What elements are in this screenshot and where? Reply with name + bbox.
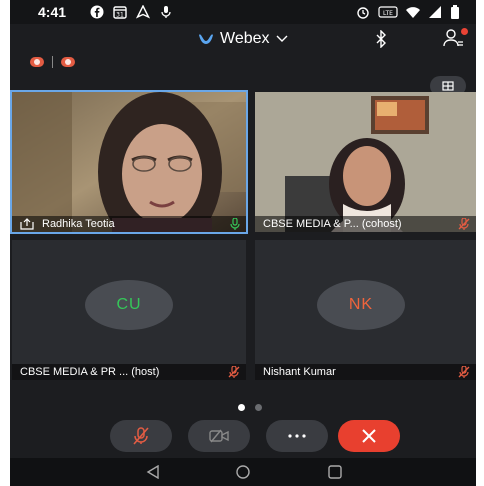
wifi-icon — [406, 7, 420, 18]
phone-screen: 4:41 31 LTE Webex Radhika Teotia CBSE ME… — [10, 0, 476, 486]
avatar-initials: CU — [116, 296, 142, 313]
mute-button[interactable] — [110, 420, 172, 452]
participant-namebar: CBSE MEDIA & PR ... (host) — [12, 364, 246, 380]
mic-muted-icon — [228, 366, 240, 378]
participant-name: CBSE MEDIA & PR ... (host) — [20, 366, 160, 378]
recording-icon — [30, 57, 44, 67]
back-icon[interactable] — [146, 465, 160, 479]
mic-muted-icon — [458, 218, 470, 230]
mic-icon — [161, 6, 171, 18]
participant-video — [12, 92, 246, 232]
more-icon — [288, 434, 306, 438]
recents-icon[interactable] — [328, 465, 342, 479]
recording-indicator — [30, 56, 75, 68]
calendar-icon: 31 — [113, 6, 127, 19]
participants-button[interactable] — [442, 28, 468, 53]
navigation-icon — [136, 5, 150, 19]
facebook-icon — [90, 5, 104, 19]
meeting-header: Webex — [10, 24, 476, 54]
participant-namebar: Radhika Teotia — [12, 216, 246, 232]
avatar: CU — [85, 280, 173, 330]
divider — [52, 56, 53, 68]
signal-icon — [429, 6, 441, 18]
participant-name: Nishant Kumar — [263, 366, 336, 378]
app-switcher[interactable]: Webex — [198, 30, 288, 48]
meeting-controls — [10, 420, 476, 456]
video-off-icon — [209, 429, 229, 443]
page-dot-active[interactable] — [238, 404, 245, 411]
bluetooth-icon[interactable] — [374, 30, 388, 48]
page-dot[interactable] — [255, 404, 262, 411]
svg-text:LTE: LTE — [383, 10, 393, 17]
system-nav-bar — [10, 458, 476, 486]
notification-dot — [461, 28, 468, 35]
participant-tile[interactable]: Radhika Teotia — [10, 90, 248, 234]
volte-icon: LTE — [378, 6, 398, 18]
mute-icon — [133, 427, 149, 445]
svg-text:31: 31 — [116, 12, 124, 19]
participant-tile[interactable]: NK Nishant Kumar — [255, 240, 476, 380]
alarm-icon — [357, 7, 369, 19]
participant-tile[interactable]: CBSE MEDIA & P... (cohost) — [255, 92, 476, 232]
leave-icon — [362, 429, 376, 443]
page-indicator[interactable] — [238, 404, 262, 411]
battery-icon — [451, 5, 459, 19]
webex-logo-icon — [199, 34, 213, 44]
avatar: NK — [317, 280, 405, 330]
app-name: Webex — [220, 30, 270, 47]
status-time: 4:41 — [38, 4, 67, 20]
participant-namebar: CBSE MEDIA & P... (cohost) — [255, 216, 476, 232]
participant-name: CBSE MEDIA & P... (cohost) — [263, 218, 402, 230]
mic-muted-icon — [458, 366, 470, 378]
mic-on-icon — [230, 218, 240, 230]
video-button[interactable] — [188, 420, 250, 452]
recording-icon — [61, 57, 75, 67]
avatar-initials: NK — [348, 296, 374, 313]
chevron-down-icon — [276, 35, 288, 42]
share-screen-icon — [20, 218, 34, 230]
participant-tile[interactable]: CU CBSE MEDIA & PR ... (host) — [12, 240, 246, 380]
status-bar: 4:41 31 LTE — [10, 0, 476, 24]
participant-video — [255, 92, 476, 232]
participant-namebar: Nishant Kumar — [255, 364, 476, 380]
more-button[interactable] — [266, 420, 328, 452]
home-icon[interactable] — [236, 465, 250, 479]
participant-name: Radhika Teotia — [42, 218, 115, 230]
leave-button[interactable] — [338, 420, 400, 452]
